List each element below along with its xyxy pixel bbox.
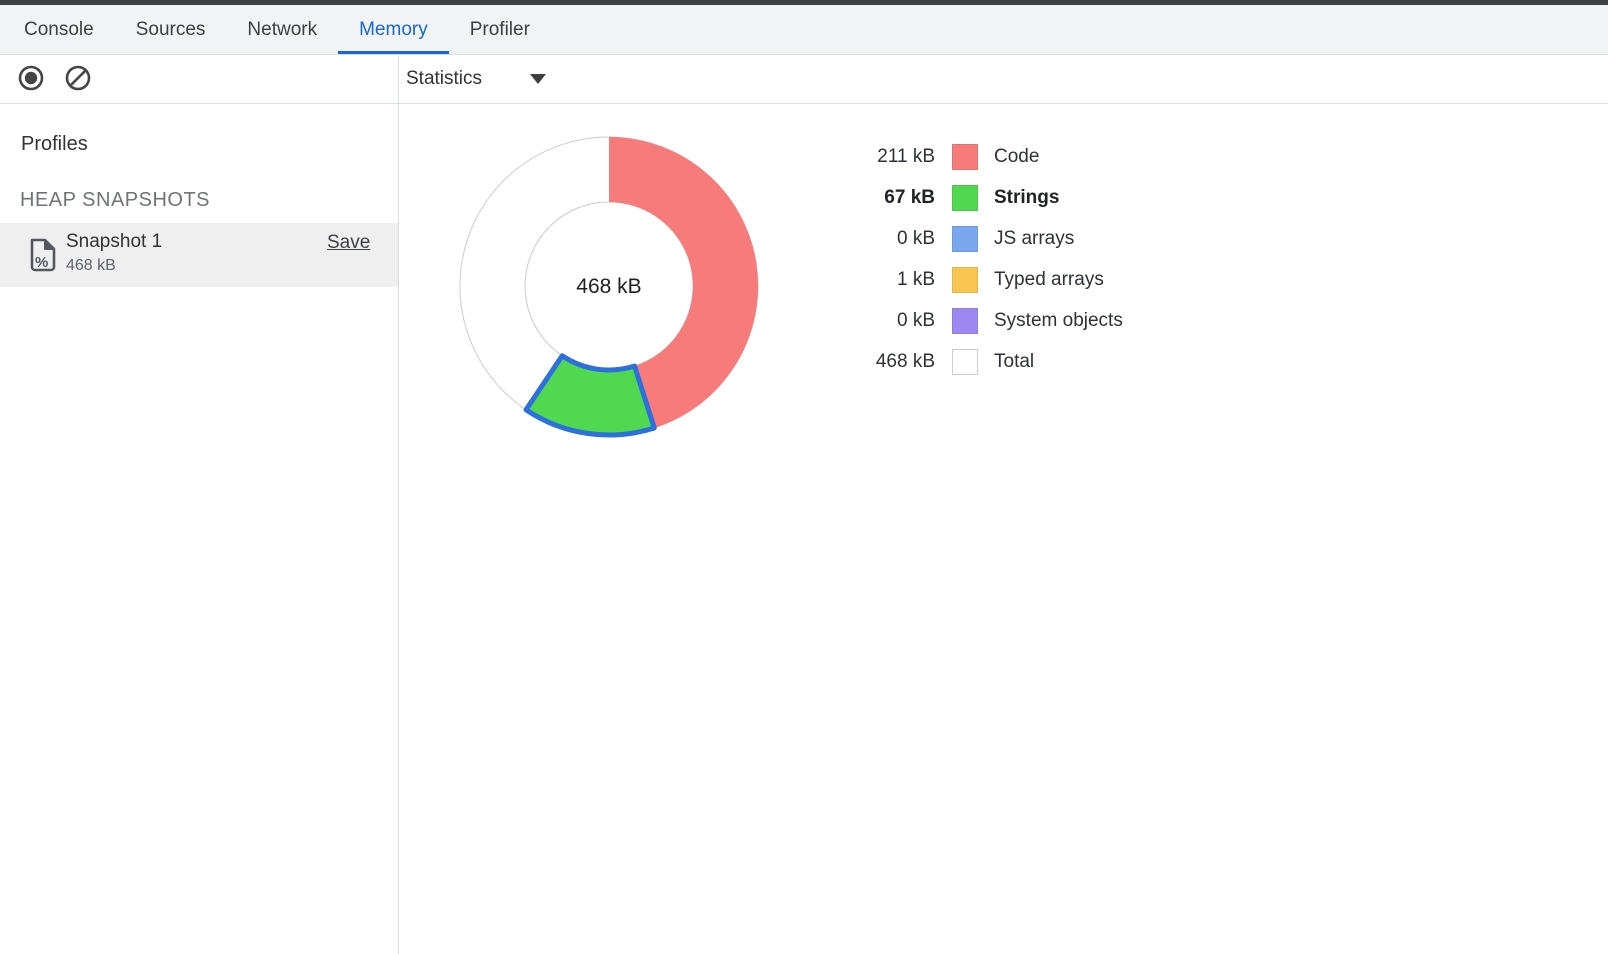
legend-row-code: 211 kB Code: [860, 136, 1123, 177]
legend-swatch-strings: [952, 185, 978, 211]
heap-snapshot-file-icon: %: [28, 237, 58, 273]
tab-sources[interactable]: Sources: [115, 5, 227, 54]
panel-tabbar: Console Sources Network Memory Profiler: [0, 5, 1608, 55]
snapshot-size: 468 kB: [66, 257, 116, 275]
tab-console[interactable]: Console: [3, 5, 115, 54]
statistics-chart-area: 468 kB 211 kB Code 67 kB Strings 0 kB JS…: [399, 104, 1608, 954]
legend-value: 468 kB: [860, 351, 935, 373]
legend-label: Code: [994, 146, 1039, 168]
clear-icon[interactable]: [64, 64, 92, 92]
tab-profiler[interactable]: Profiler: [449, 5, 551, 54]
legend-swatch-system-objects: [952, 308, 978, 334]
legend-swatch-typed-arrays: [952, 267, 978, 293]
save-snapshot-link[interactable]: Save: [327, 232, 370, 254]
heap-snapshots-section-heading: HEAP SNAPSHOTS: [20, 189, 210, 212]
legend-label: System objects: [994, 310, 1123, 332]
record-icon[interactable]: [17, 64, 45, 92]
svg-text:%: %: [35, 254, 48, 271]
legend-label: Strings: [994, 187, 1059, 209]
legend-label: JS arrays: [994, 228, 1074, 250]
heap-statistics-donut-chart: 468 kB: [449, 126, 769, 446]
chart-legend: 211 kB Code 67 kB Strings 0 kB JS arrays…: [860, 136, 1123, 382]
snapshot-name: Snapshot 1: [66, 231, 162, 253]
legend-swatch-js-arrays: [952, 226, 978, 252]
legend-value: 67 kB: [860, 187, 935, 209]
heap-snapshot-item[interactable]: % Snapshot 1 468 kB Save: [0, 223, 398, 287]
legend-value: 0 kB: [860, 228, 935, 250]
legend-label: Typed arrays: [994, 269, 1104, 291]
legend-value: 0 kB: [860, 310, 935, 332]
legend-row-total: 468 kB Total: [860, 341, 1123, 382]
profiles-heading: Profiles: [21, 133, 88, 156]
devtools-memory-panel: Console Sources Network Memory Profiler …: [0, 0, 1608, 954]
legend-row-strings: 67 kB Strings: [860, 177, 1123, 218]
perspective-dropdown[interactable]: Statistics: [406, 55, 546, 103]
memory-toolbar: Statistics: [0, 55, 1608, 104]
legend-row-js-arrays: 0 kB JS arrays: [860, 218, 1123, 259]
profiles-sidebar: Profiles HEAP SNAPSHOTS % Snapshot 1 468…: [0, 104, 398, 954]
dropdown-arrow-icon: [530, 74, 546, 84]
legend-swatch-code: [952, 144, 978, 170]
legend-value: 1 kB: [860, 269, 935, 291]
perspective-dropdown-label: Statistics: [406, 68, 482, 90]
legend-row-system-objects: 0 kB System objects: [860, 300, 1123, 341]
donut-center-total: 468 kB: [576, 275, 641, 298]
legend-label: Total: [994, 351, 1034, 373]
legend-value: 211 kB: [860, 146, 935, 168]
legend-row-typed-arrays: 1 kB Typed arrays: [860, 259, 1123, 300]
tab-memory[interactable]: Memory: [338, 5, 449, 54]
legend-swatch-total: [952, 349, 978, 375]
tab-network[interactable]: Network: [226, 5, 338, 54]
